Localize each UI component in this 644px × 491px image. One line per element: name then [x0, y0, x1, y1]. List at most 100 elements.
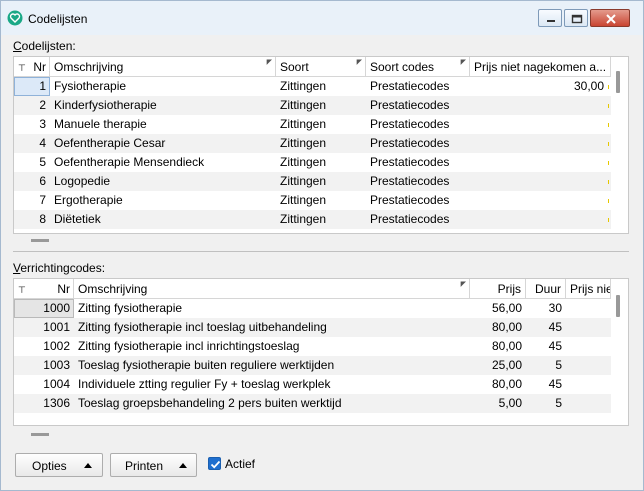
close-button[interactable]	[590, 9, 630, 27]
column-header-soort[interactable]: Soort ◤	[276, 57, 366, 77]
filter-icon[interactable]: ⊤	[18, 63, 26, 73]
cell-nr: 7	[39, 193, 46, 207]
cell-nr: 1	[39, 79, 46, 93]
table-row[interactable]: 5 Oefentherapie Mensendieck Zittingen Prest…	[14, 153, 611, 172]
cell-omschrijving: Zitting fysiotherapie	[78, 301, 183, 315]
row-marker	[608, 180, 609, 184]
cell-prijs	[470, 153, 608, 172]
cell-soort: Zittingen	[280, 79, 327, 93]
row-marker	[608, 218, 609, 222]
cell-nr: 6	[39, 174, 46, 188]
cell-omschrijving: Oefentherapie Cesar	[54, 136, 166, 150]
verrichtingcodes-grid[interactable]: ⊤ Nr Omschrijving ◤ Prijs Duur Prijs nie …	[13, 278, 629, 426]
scrollbar-thumb[interactable]	[616, 71, 620, 93]
cell-prijs: 80,00	[491, 320, 522, 334]
cell-prijs	[470, 172, 608, 191]
codelijsten-vertical-scrollbar[interactable]	[611, 57, 628, 233]
cell-soort-codes: Prestatiecodes	[370, 193, 450, 207]
row-marker	[608, 123, 609, 127]
table-row[interactable]: 1003 Toeslag fysiotherapie buiten regulie…	[14, 356, 611, 375]
cell-omschrijving: Diëtetiek	[54, 212, 101, 226]
codelijsten-window: Codelijsten Codelijsten: ⊤ Nr Omschrijvi…	[0, 0, 644, 491]
maximize-button[interactable]	[564, 9, 588, 27]
cell-soort: Zittingen	[280, 136, 327, 150]
checkmark-icon	[210, 460, 221, 469]
row-marker	[608, 199, 609, 203]
section-divider	[13, 251, 629, 252]
row-marker	[608, 85, 609, 89]
cell-soort: Zittingen	[280, 193, 327, 207]
table-row[interactable]: 7 Ergotherapie Zittingen Prestatiecodes	[14, 191, 611, 210]
cell-duur: 5	[555, 358, 562, 372]
window-title: Codelijsten	[28, 12, 88, 26]
cell-soort: Zittingen	[280, 155, 327, 169]
cell-nr: 8	[39, 212, 46, 226]
cell-soort-codes: Prestatiecodes	[370, 174, 450, 188]
codelijsten-horizontal-scrollbar[interactable]	[31, 239, 49, 242]
cell-omschrijving: Logopedie	[54, 174, 111, 188]
cell-soort-codes: Prestatiecodes	[370, 136, 450, 150]
row-marker	[608, 161, 609, 165]
cell-prijs: 5,00	[498, 396, 522, 410]
cell-prijs: 80,00	[491, 339, 522, 353]
table-row[interactable]: 1000 Zitting fysiotherapie 56,00 30	[14, 299, 611, 318]
scrollbar-thumb[interactable]	[616, 295, 620, 317]
sort-icon: ◤	[266, 59, 272, 66]
column-header-nr[interactable]: ⊤ Nr	[14, 279, 74, 299]
title-bar[interactable]: Codelijsten	[1, 1, 643, 35]
table-row[interactable]: 3 Manuele therapie Zittingen Prestatiecodes	[14, 115, 611, 134]
cell-omschrijving: Toeslag groepsbehandeling 2 pers buiten …	[78, 396, 342, 410]
printen-button[interactable]: Printen	[110, 453, 197, 477]
minimize-button[interactable]	[538, 9, 562, 27]
cell-prijs	[470, 191, 608, 210]
table-row[interactable]: 1001 Zitting fysiotherapie incl toeslag u…	[14, 318, 611, 337]
cell-omschrijving: Zitting fysiotherapie incl toeslag uitbe…	[78, 320, 327, 334]
opties-button[interactable]: Opties	[15, 453, 103, 477]
table-row[interactable]: 2 Kinderfysiotherapie Zittingen Prestatieco…	[14, 96, 611, 115]
table-row[interactable]: 1004 Individuele ztting regulier Fy + toe…	[14, 375, 611, 394]
close-icon	[606, 14, 616, 24]
codelijsten-grid[interactable]: ⊤ Nr Omschrijving ◤ Soort ◤ Soort codes ◤ P…	[13, 56, 629, 234]
row-marker	[608, 104, 609, 108]
cell-nr: 1306	[43, 396, 70, 410]
cell-nr: 1002	[43, 339, 70, 353]
column-header-nr[interactable]: ⊤ Nr	[14, 57, 50, 77]
cell-omschrijving: Manuele therapie	[54, 117, 147, 131]
table-row[interactable]: 1306 Toeslag groepsbehandeling 2 pers bui…	[14, 394, 611, 413]
column-header-omschrijving[interactable]: Omschrijving ◤	[74, 279, 470, 299]
cell-duur: 5	[555, 396, 562, 410]
column-header-soort-codes[interactable]: Soort codes ◤	[366, 57, 470, 77]
column-header-duur[interactable]: Duur	[526, 279, 566, 299]
maximize-icon	[571, 14, 583, 24]
table-row[interactable]: 1002 Zitting fysiotherapie incl inrichtin…	[14, 337, 611, 356]
verrichtingcodes-horizontal-scrollbar[interactable]	[31, 433, 49, 436]
cell-soort-codes: Prestatiecodes	[370, 117, 450, 131]
cell-duur: 30	[548, 301, 562, 315]
cell-nr: 1001	[43, 320, 70, 334]
column-header-prijs-nie[interactable]: Prijs nie	[566, 279, 611, 299]
column-header-prijs-niet-nagekomen[interactable]: Prijs niet nagekomen a...	[470, 57, 611, 77]
verrichtingcodes-header: ⊤ Nr Omschrijving ◤ Prijs Duur Prijs nie	[14, 279, 611, 299]
cell-omschrijving: Ergotherapie	[54, 193, 123, 207]
actief-checkbox[interactable]	[208, 457, 221, 470]
column-header-prijs[interactable]: Prijs	[470, 279, 526, 299]
cell-prijs: 56,00	[491, 301, 522, 315]
cell-duur: 45	[548, 339, 562, 353]
table-row[interactable]: 8 Diëtetiek Zittingen Prestatiecodes	[14, 210, 611, 229]
filter-icon[interactable]: ⊤	[18, 285, 26, 295]
column-header-omschrijving[interactable]: Omschrijving ◤	[50, 57, 276, 77]
cell-soort-codes: Prestatiecodes	[370, 155, 450, 169]
cell-soort-codes: Prestatiecodes	[370, 98, 450, 112]
cell-prijs	[470, 210, 608, 229]
actief-label: Actief	[225, 457, 256, 471]
verrichtingcodes-label: Verrichtingcodes:	[13, 261, 106, 275]
table-row[interactable]: 6 Logopedie Zittingen Prestatiecodes	[14, 172, 611, 191]
verrichtingcodes-vertical-scrollbar[interactable]	[611, 279, 628, 425]
table-row[interactable]: 1 Fysiotherapie Zittingen Prestatiecodes 30,…	[14, 77, 611, 96]
codelijsten-label: Codelijsten:	[13, 39, 76, 53]
table-row[interactable]: 4 Oefentherapie Cesar Zittingen Prestatieco…	[14, 134, 611, 153]
cell-soort-codes: Prestatiecodes	[370, 212, 450, 226]
cell-soort: Zittingen	[280, 174, 327, 188]
cell-soort: Zittingen	[280, 117, 327, 131]
cell-nr: 5	[39, 155, 46, 169]
